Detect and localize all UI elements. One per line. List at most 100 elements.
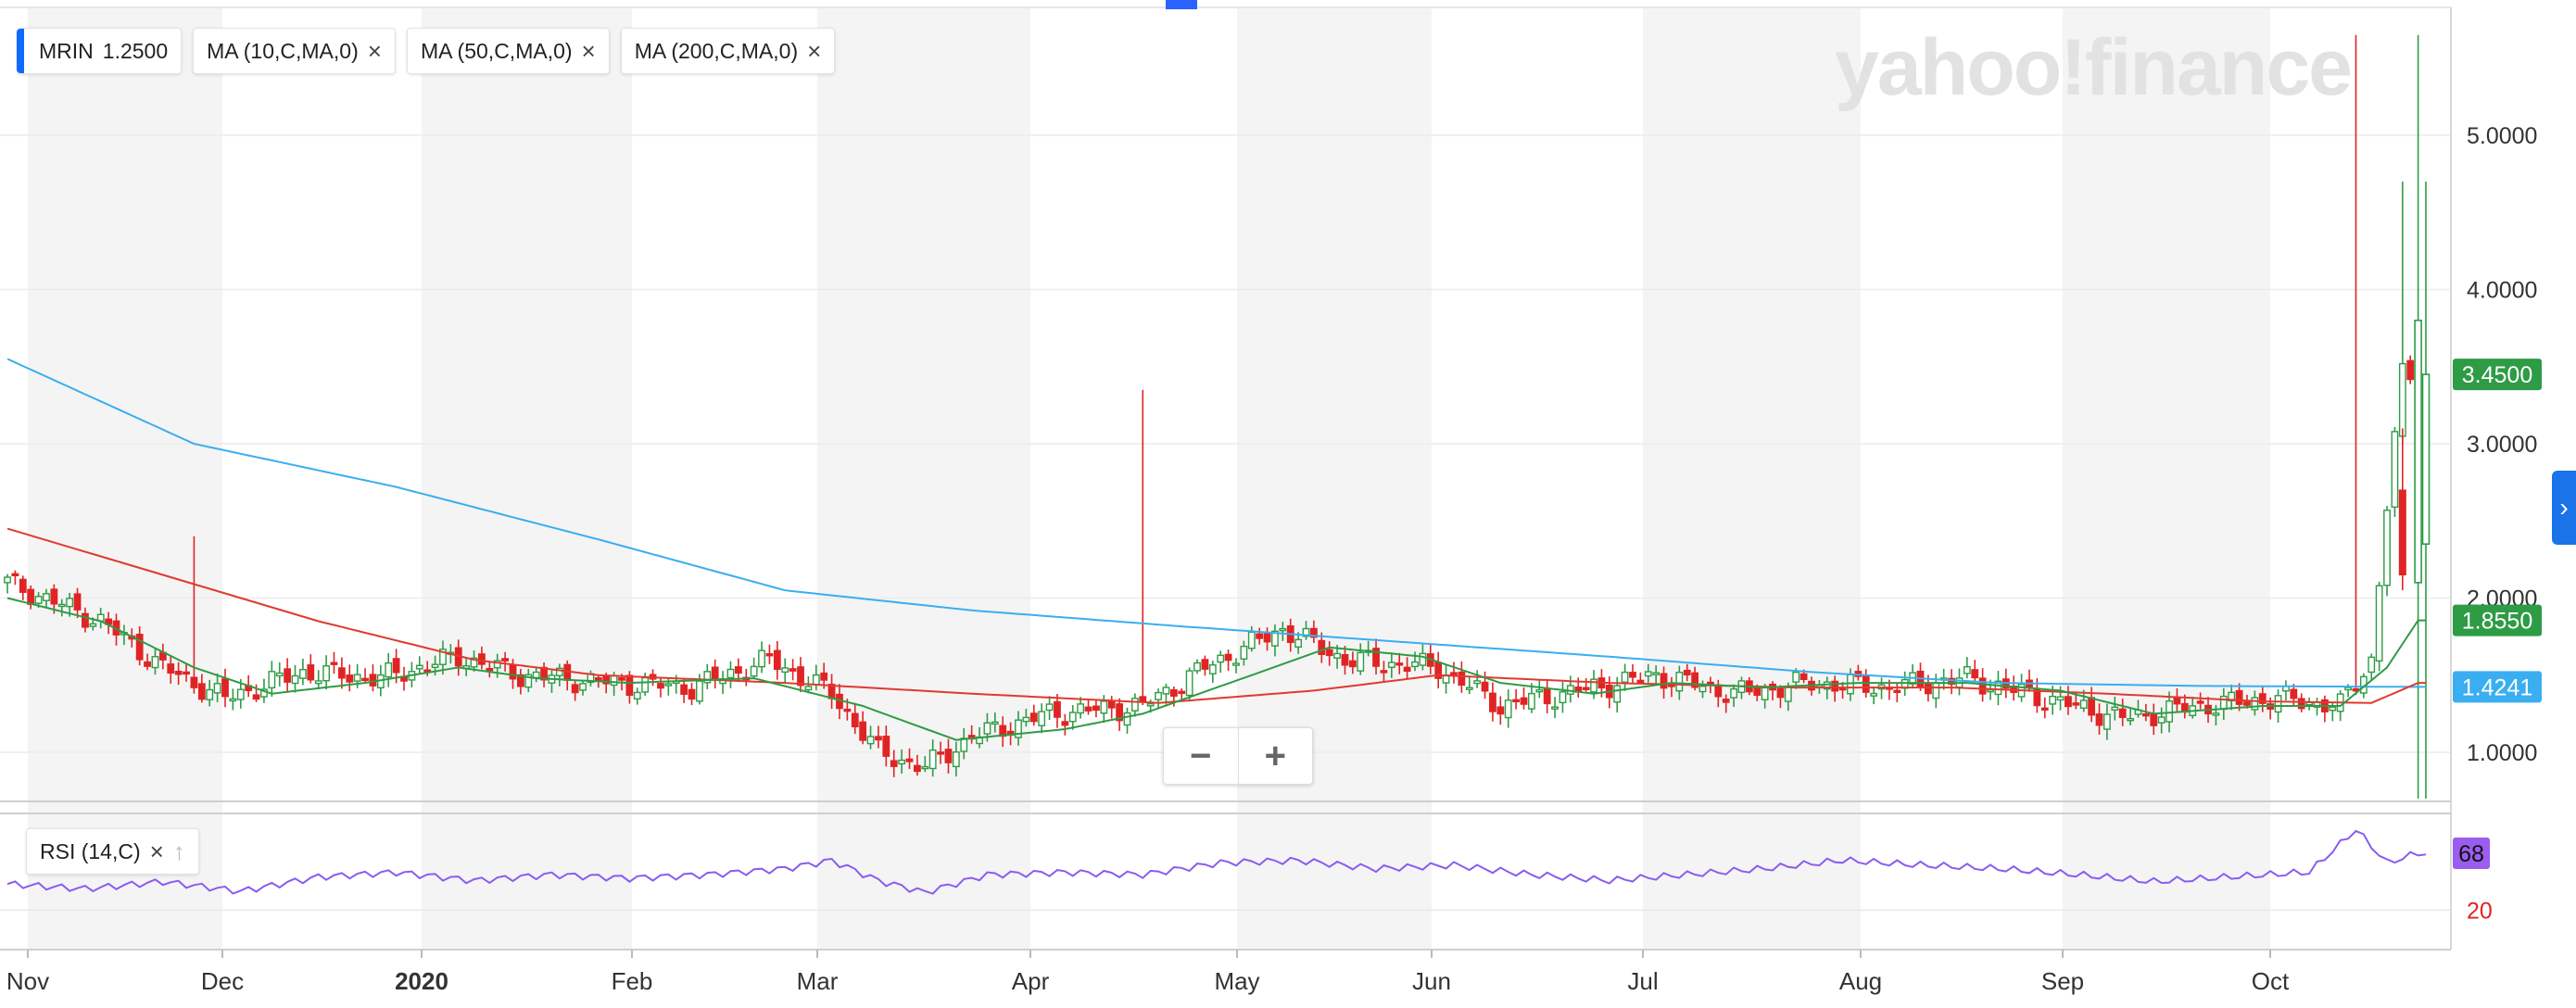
- symbol-chip[interactable]: MRIN 1.2500: [17, 28, 183, 74]
- ma50-chip[interactable]: MA (50,C,MA,0) ×: [406, 28, 610, 74]
- candle-body: [928, 749, 937, 770]
- candle-body: [144, 661, 151, 667]
- candle-body: [1130, 698, 1139, 712]
- candle-body: [478, 653, 486, 665]
- candle-body: [4, 576, 11, 584]
- expand-panel-button[interactable]: ›: [2552, 471, 2576, 545]
- candle-body: [1403, 666, 1411, 673]
- candle-body: [236, 688, 245, 700]
- ma10-chip[interactable]: MA (10,C,MA,0) ×: [193, 28, 396, 74]
- candle-body: [983, 722, 991, 735]
- candle-body: [11, 573, 19, 576]
- ma10-value-label: 1.8550: [2462, 609, 2532, 635]
- remove-ma200-icon[interactable]: ×: [807, 39, 821, 63]
- candle-body: [2103, 713, 2111, 730]
- candle-body: [183, 671, 190, 675]
- candle-body: [1893, 689, 1901, 694]
- candle-body: [1978, 677, 1987, 695]
- candle-body: [385, 662, 393, 678]
- candle-body: [579, 683, 587, 691]
- candle-body: [307, 664, 315, 681]
- candle-body: [486, 667, 494, 672]
- candle-body: [773, 649, 781, 671]
- candle-body: [797, 666, 804, 687]
- candle-body: [1543, 688, 1551, 705]
- ma50-label: MA (50,C,MA,0): [420, 38, 573, 63]
- candle-body: [1683, 669, 1691, 676]
- candle-body: [1061, 721, 1069, 726]
- candle-body: [1107, 700, 1116, 709]
- rsi-value-label: 68: [2458, 841, 2484, 867]
- move-up-icon[interactable]: ↑: [173, 838, 185, 866]
- price-chart-canvas[interactable]: 2068 5.00004.00003.00002.00001.0000Nov De…: [0, 0, 2576, 1008]
- candle-body: [34, 596, 43, 604]
- candle-body: [206, 688, 214, 700]
- x-tick-label: Mar: [797, 967, 839, 995]
- candle-body: [1325, 649, 1333, 657]
- candle-body: [726, 668, 735, 679]
- candle-body: [1870, 692, 1878, 697]
- candle-body: [944, 749, 953, 763]
- candle-body: [1621, 671, 1629, 683]
- candle-body: [937, 751, 944, 755]
- candle-body: [641, 676, 650, 693]
- candle-body: [1155, 691, 1162, 700]
- candle-body: [2150, 712, 2158, 726]
- candle-body: [322, 665, 330, 682]
- candle-body: [1932, 682, 1940, 699]
- candle-body: [1054, 700, 1061, 718]
- candle-body: [1660, 673, 1668, 689]
- candle-body: [501, 658, 510, 662]
- remove-ma10-icon[interactable]: ×: [368, 39, 382, 63]
- candle-body: [859, 721, 867, 741]
- candle-body: [750, 665, 758, 677]
- candle-body: [174, 671, 183, 675]
- candle-body: [2421, 373, 2431, 546]
- ma200-chip[interactable]: MA (200,C,MA,0) ×: [620, 28, 836, 74]
- remove-rsi-icon[interactable]: ×: [150, 839, 164, 863]
- candle-body: [1831, 680, 1839, 692]
- y-tick-label: 5.0000: [2467, 123, 2537, 149]
- zoom-out-button[interactable]: −: [1164, 728, 1238, 784]
- candle-body: [1582, 687, 1590, 690]
- candle-body: [2274, 695, 2282, 713]
- symbol-price: 1.2500: [102, 38, 169, 63]
- zoom-in-button[interactable]: +: [1237, 728, 1313, 784]
- zoom-controls: − +: [1163, 727, 1313, 785]
- candle-body: [898, 759, 906, 765]
- candle-body: [221, 678, 229, 698]
- candle-body: [1084, 706, 1092, 712]
- candle-body: [696, 680, 703, 702]
- candle-body: [361, 677, 369, 682]
- month-band: [817, 7, 1030, 950]
- candle-body: [1473, 680, 1482, 685]
- candle-body: [625, 674, 634, 696]
- candle-body: [2290, 688, 2298, 699]
- candle-body: [275, 672, 284, 677]
- candle-body: [1357, 651, 1365, 672]
- last-price-label: 3.4500: [2462, 362, 2532, 388]
- x-tick-label: Jul: [1627, 967, 1658, 995]
- candle-body: [2118, 708, 2127, 719]
- candle-body: [1100, 700, 1108, 714]
- candle-body: [135, 634, 144, 661]
- candle-body: [1987, 688, 1994, 693]
- candle-body: [89, 623, 97, 627]
- rsi-chip[interactable]: RSI (14,C) × ↑: [26, 828, 199, 875]
- candle-body: [2111, 706, 2119, 711]
- candle-body: [1256, 633, 1264, 639]
- remove-ma50-icon[interactable]: ×: [582, 39, 596, 63]
- x-tick-label: 2020: [395, 967, 448, 995]
- y-tick-label: 1.0000: [2467, 740, 2537, 766]
- candle-body: [2297, 698, 2305, 710]
- candle-body: [820, 672, 828, 681]
- candle-body: [2072, 702, 2080, 706]
- candle-body: [532, 671, 540, 679]
- candle-body: [1862, 674, 1870, 693]
- x-tick-label: Oct: [2252, 967, 2290, 995]
- candle-body: [2375, 585, 2383, 662]
- candle-body: [571, 684, 579, 694]
- candle-body: [43, 593, 50, 601]
- candle-body: [213, 683, 221, 694]
- candle-body: [509, 664, 517, 680]
